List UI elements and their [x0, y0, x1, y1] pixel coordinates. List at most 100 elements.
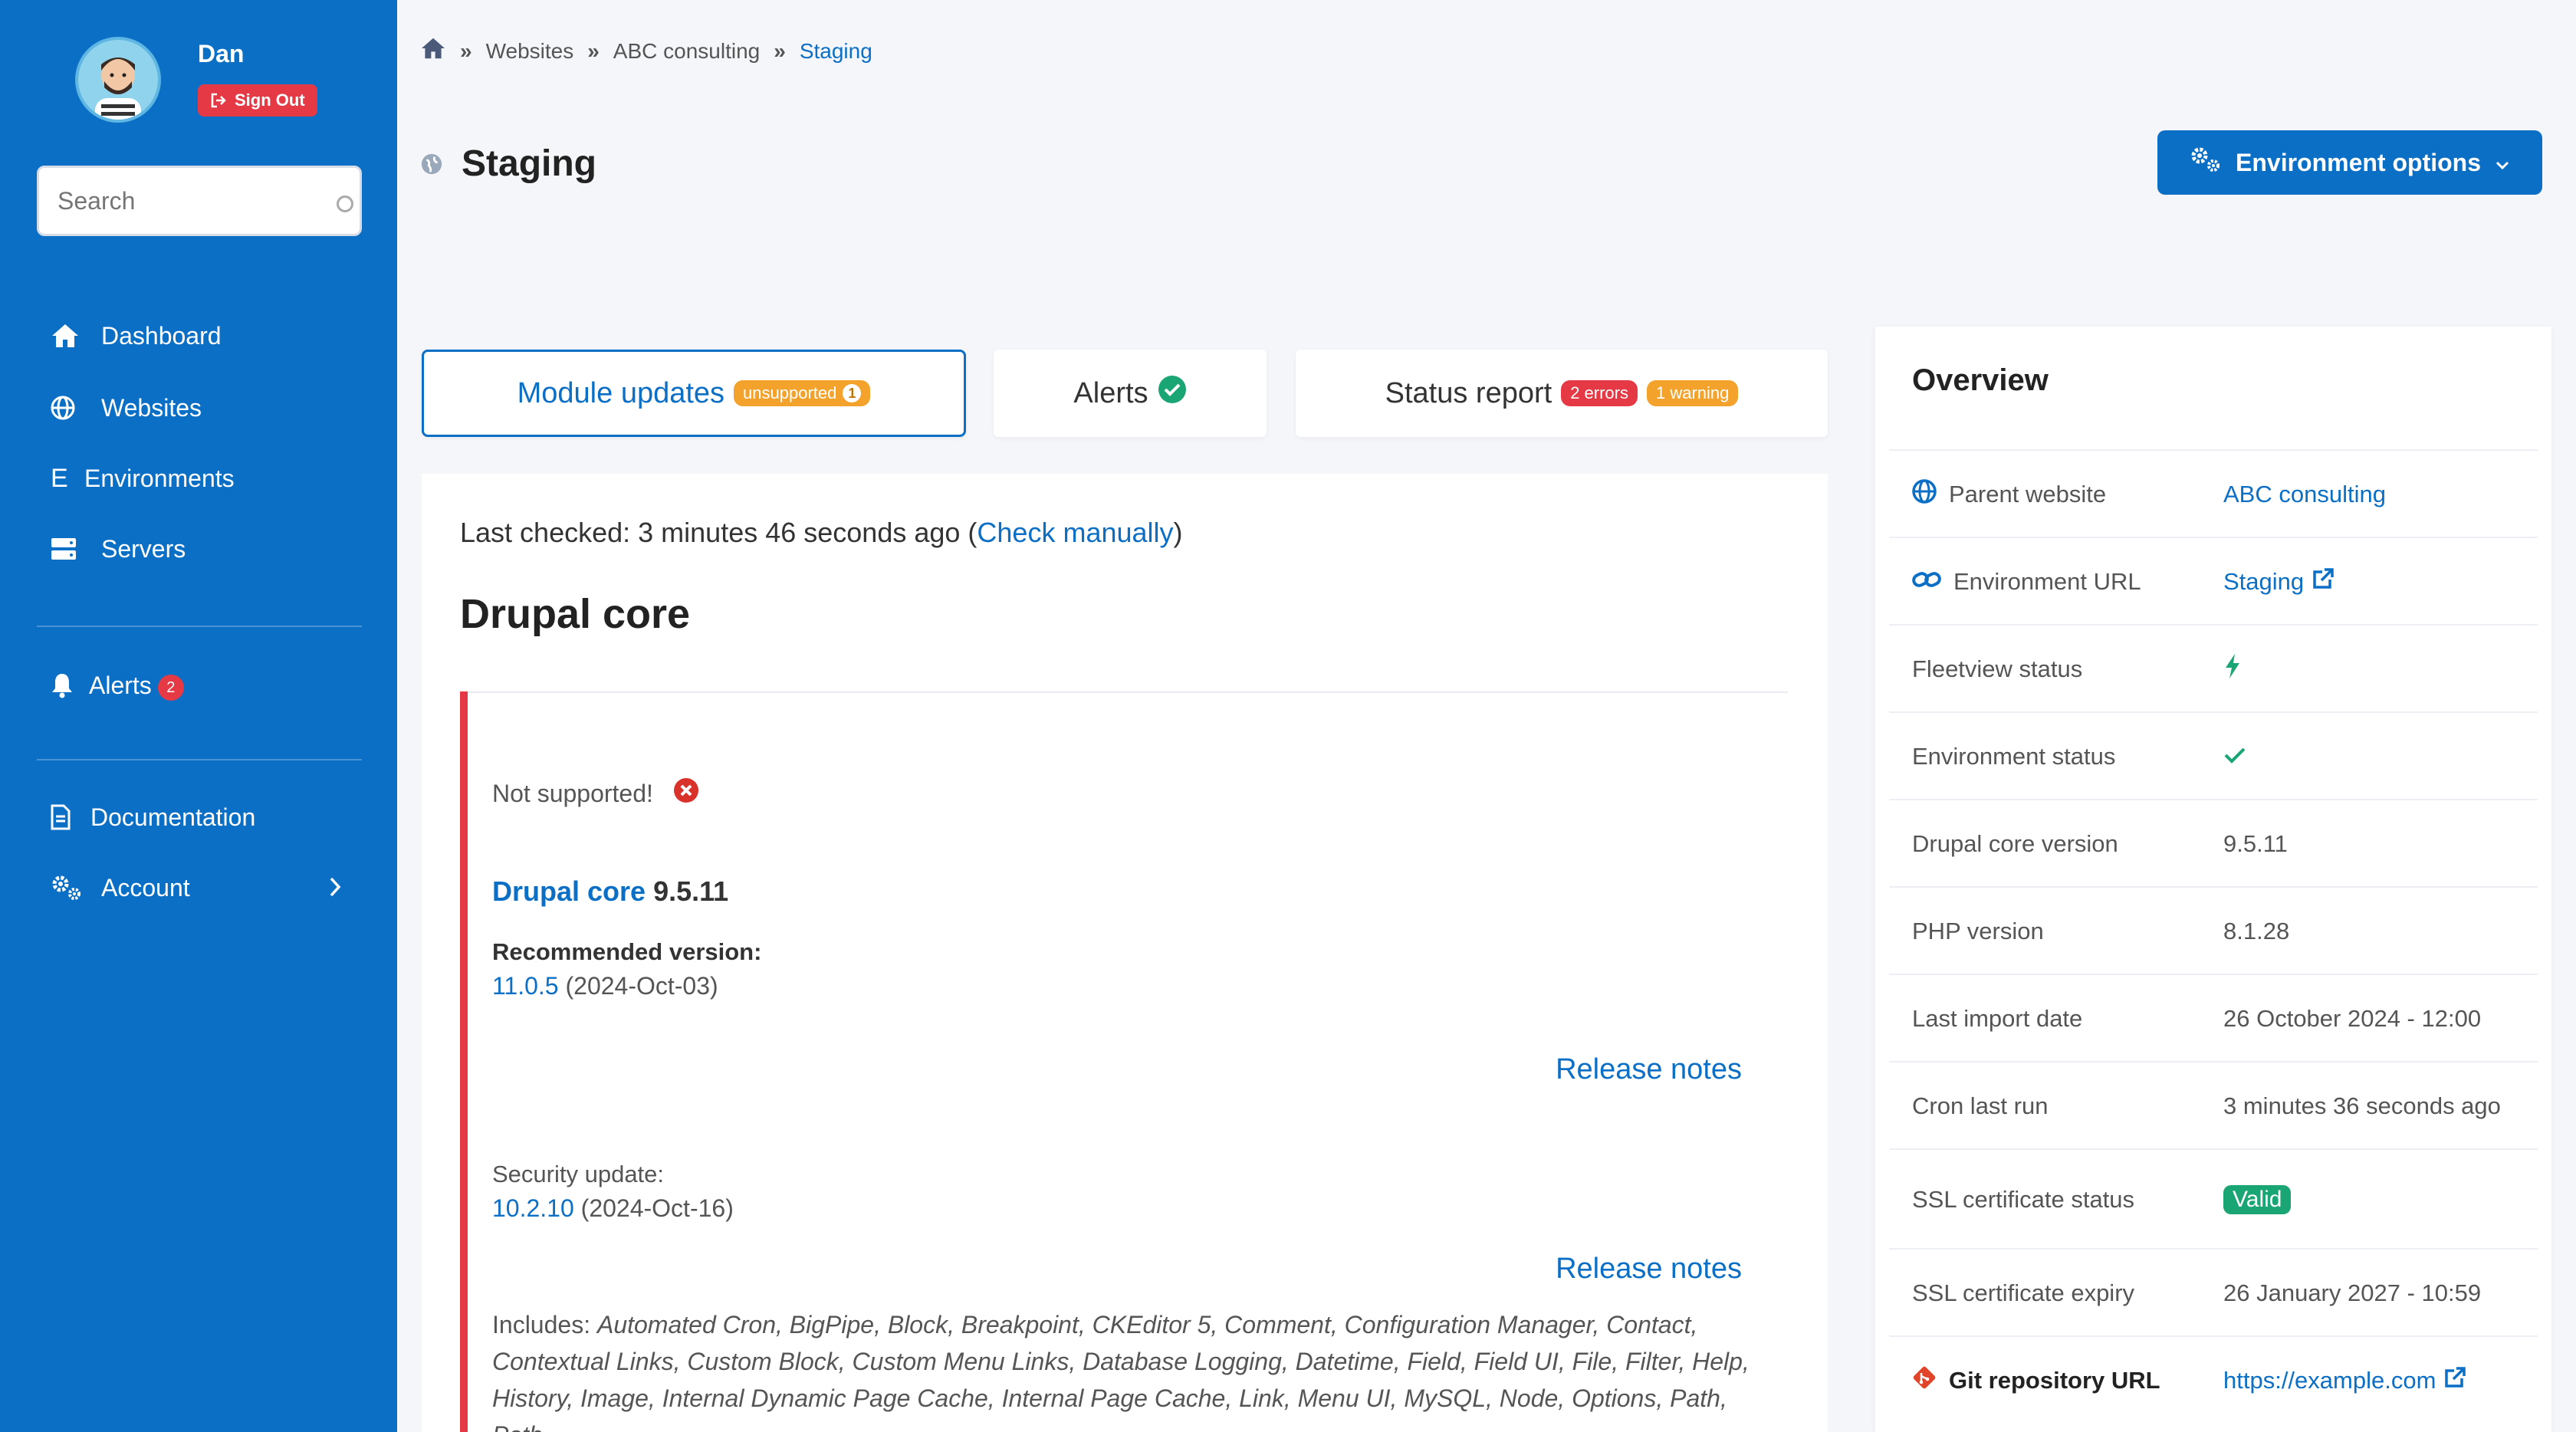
search-spinner-icon: [337, 195, 353, 212]
overview-label-text: Environment URL: [1953, 568, 2141, 595]
overview-label-text: Git repository URL: [1949, 1367, 2160, 1394]
includes-label: Includes:: [492, 1311, 591, 1338]
breadcrumb-websites[interactable]: Websites: [486, 39, 574, 64]
search-box[interactable]: [37, 166, 362, 236]
overview-row-fleetview-status: Fleetview status: [1889, 624, 2538, 711]
sign-out-button[interactable]: Sign Out: [198, 84, 317, 117]
parent-website-link[interactable]: ABC consulting: [2223, 451, 2386, 538]
breadcrumb-staging[interactable]: Staging: [800, 39, 872, 64]
sidebar-item-documentation[interactable]: Documentation: [51, 794, 342, 840]
error-circle-icon: [673, 777, 699, 810]
tab-label: Status report: [1385, 376, 1552, 409]
core-update-block: Not supported! Drupal core 9.5.11 Recomm…: [460, 691, 1788, 1432]
overview-row-php-version: PHP version 8.1.28: [1889, 886, 2538, 974]
sidebar-item-account[interactable]: Account: [51, 865, 342, 911]
release-notes-link[interactable]: Release notes: [1556, 1053, 1742, 1086]
page-title: Staging: [420, 143, 596, 185]
recommended-date: (2024-Oct-03): [565, 972, 718, 1000]
external-link-icon: [2443, 1366, 2466, 1395]
overview-row-environment-url: Environment URL Staging: [1889, 537, 2538, 624]
avatar: [75, 37, 161, 123]
globe-icon: [1912, 479, 1937, 510]
environment-options-button[interactable]: Environment options: [2157, 130, 2542, 195]
user-name: Dan: [198, 40, 245, 67]
git-repository-link[interactable]: https://example.com: [2223, 1337, 2466, 1424]
overview-label-text: Drupal core version: [1912, 830, 2118, 857]
last-checked: Last checked: 3 minutes 46 seconds ago (…: [460, 517, 1183, 549]
chevrons-right-icon: »: [460, 38, 472, 63]
unsupported-badge: unsupported 1: [734, 380, 871, 406]
check-manually-link[interactable]: Check manually: [977, 517, 1173, 548]
bell-icon: [51, 672, 74, 698]
last-import-date-value: 26 October 2024 - 12:00: [2223, 1005, 2482, 1032]
cogs-icon: [51, 874, 87, 902]
environment-url-link[interactable]: Staging: [2223, 538, 2334, 626]
drupal-core-link[interactable]: Drupal core: [492, 875, 646, 907]
overview-title: Overview: [1912, 363, 2049, 397]
overview-label: PHP version: [1912, 888, 2044, 975]
drupal-core-version-value: 9.5.11: [2223, 830, 2288, 857]
overview-row-ssl-status: SSL certificate status Valid: [1889, 1148, 2538, 1248]
sidebar-item-label: Dashboard: [101, 321, 222, 350]
search-input[interactable]: [39, 168, 360, 234]
security-version-link[interactable]: 10.2.10: [492, 1194, 574, 1222]
git-icon: [1912, 1365, 1937, 1396]
environment-status-value: [2223, 713, 2246, 800]
overview-row-git-repository: Git repository URL https://example.com: [1889, 1335, 2538, 1423]
warning-badge: 1 warning: [1646, 380, 1739, 406]
sidebar-item-servers[interactable]: Servers: [51, 526, 342, 572]
recommended-label: Recommended version:: [492, 938, 762, 965]
tab-module-updates[interactable]: Module updates unsupported 1: [422, 350, 966, 437]
globe-icon: [420, 143, 443, 185]
sidebar-item-dashboard[interactable]: Dashboard: [51, 313, 342, 359]
module-updates-panel: Last checked: 3 minutes 46 seconds ago (…: [422, 474, 1828, 1432]
security-date: (2024-Oct-16): [580, 1194, 734, 1222]
includes-text: Includes: Automated Cron, BigPipe, Block…: [492, 1306, 1750, 1432]
sidebar-item-alerts[interactable]: Alerts 2: [51, 662, 342, 708]
includes-list: Automated Cron, BigPipe, Block, Breakpoi…: [492, 1311, 1750, 1432]
sidebar-item-websites[interactable]: Websites: [51, 385, 342, 431]
overview-label-text: PHP version: [1912, 918, 2044, 944]
overview-row-environment-status: Environment status: [1889, 711, 2538, 799]
sidebar-item-label: Documentation: [90, 803, 256, 831]
sidebar: Dan Sign Out Dashboard Websites E Enviro…: [0, 0, 397, 1432]
php-version-value: 8.1.28: [2223, 918, 2290, 944]
overview-label: SSL certificate expiry: [1912, 1250, 2134, 1337]
overview-row-parent-website: Parent website ABC consulting: [1889, 449, 2538, 537]
sidebar-divider: [37, 759, 362, 760]
tab-label: Module updates: [517, 376, 725, 409]
tab-status-report[interactable]: Status report 2 errors 1 warning: [1296, 350, 1828, 437]
overview-label: Fleetview status: [1912, 626, 2082, 713]
unsupported-badge-count: 1: [843, 384, 862, 402]
recommended-version-link[interactable]: 11.0.5: [492, 972, 559, 1000]
alerts-count-badge: 2: [157, 675, 184, 701]
chevrons-right-icon: »: [587, 38, 600, 63]
section-title: Drupal core: [460, 591, 691, 637]
tab-alerts[interactable]: Alerts: [994, 350, 1267, 437]
overview-label-text: Parent website: [1949, 481, 2107, 507]
breadcrumb-abc-consulting[interactable]: ABC consulting: [613, 39, 760, 64]
overview-label: Git repository URL: [1912, 1337, 2160, 1424]
last-checked-prefix: Last checked: 3 minutes 46 seconds ago (: [460, 517, 978, 548]
avatar-image: [95, 57, 141, 120]
chevron-down-icon: [2495, 149, 2510, 177]
link-icon: [1912, 568, 1941, 596]
tab-label: Alerts: [1073, 376, 1148, 409]
overview-row-last-import-date: Last import date 26 October 2024 - 12:00: [1889, 974, 2538, 1061]
user-panel: Dan Sign Out: [75, 37, 320, 129]
sidebar-item-environments[interactable]: E Environments: [51, 455, 342, 501]
environments-letter-icon: E: [51, 463, 68, 493]
environment-url-text: Staging: [2223, 568, 2305, 595]
environment-options-label: Environment options: [2236, 148, 2481, 176]
overview-label-text: Cron last run: [1912, 1092, 2049, 1119]
chevron-right-icon: [328, 875, 342, 905]
release-notes-link[interactable]: Release notes: [1556, 1253, 1742, 1286]
server-icon: [51, 537, 87, 561]
core-version-line: Drupal core 9.5.11: [492, 875, 728, 908]
home-icon[interactable]: [420, 37, 446, 65]
sidebar-item-label: Account: [101, 873, 190, 902]
breadcrumb: » Websites » ABC consulting » Staging: [420, 37, 872, 65]
bolt-icon: [2223, 653, 2242, 685]
sidebar-item-label: Alerts: [89, 671, 152, 699]
home-icon: [51, 323, 87, 349]
